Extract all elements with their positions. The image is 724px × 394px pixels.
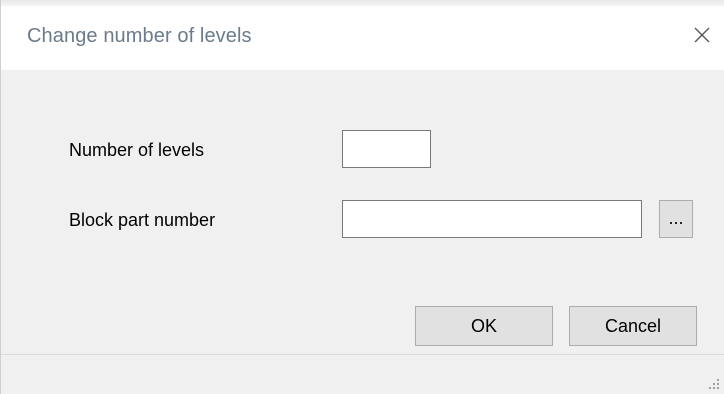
ok-button[interactable]: OK xyxy=(415,306,553,346)
resize-grip-icon[interactable] xyxy=(708,378,720,390)
close-button[interactable] xyxy=(685,18,719,52)
number-of-levels-label: Number of levels xyxy=(69,140,205,160)
number-of-levels-input[interactable] xyxy=(342,130,431,168)
dialog-window: Change number of levels Number of levels… xyxy=(0,0,724,394)
title-bar: Change number of levels xyxy=(1,6,724,70)
block-part-number-input[interactable] xyxy=(342,200,642,238)
block-part-number-label: Block part number xyxy=(69,210,216,230)
cancel-button[interactable]: Cancel xyxy=(569,306,697,346)
footer-divider xyxy=(1,354,724,355)
dialog-title: Change number of levels xyxy=(27,25,252,47)
browse-button[interactable]: ... xyxy=(659,200,693,238)
close-icon xyxy=(694,27,710,43)
